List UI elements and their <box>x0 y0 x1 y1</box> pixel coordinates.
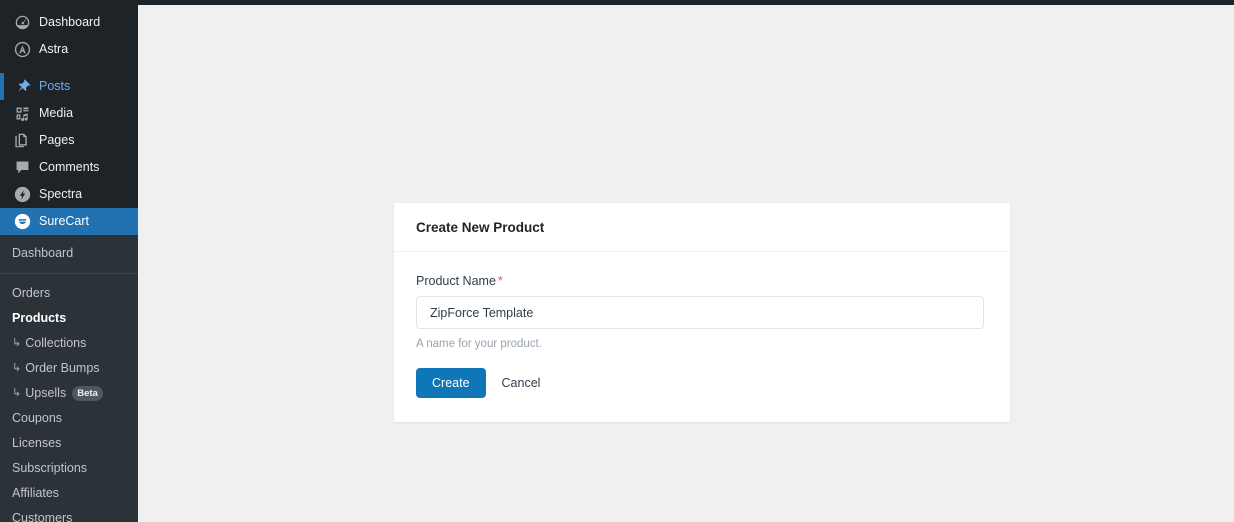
submenu-item-affiliates[interactable]: Affiliates <box>0 481 138 506</box>
submenu-corner-arrow-icon: ↳ <box>12 387 22 399</box>
submenu-item-label: Dashboard <box>12 246 74 260</box>
submenu-item-label: Upsells <box>25 386 67 400</box>
submenu-item-coupons[interactable]: Coupons <box>0 406 138 431</box>
menu-spacer <box>0 63 138 73</box>
submenu-item-label: Subscriptions <box>12 461 88 475</box>
wp-admin-bar <box>0 0 1234 5</box>
sidebar-item-surecart[interactable]: SureCart <box>0 208 138 235</box>
product-name-help-text: A name for your product. <box>416 338 542 350</box>
beta-badge: Beta <box>72 386 103 401</box>
admin-content-area: Create New Product Product Name* A name … <box>138 5 1234 522</box>
card-header: Create New Product <box>394 203 1010 252</box>
cancel-button[interactable]: Cancel <box>502 376 541 390</box>
sidebar-item-label: Posts <box>39 79 71 93</box>
submenu-item-label: Products <box>12 311 67 325</box>
sidebar-item-label: Media <box>39 106 74 120</box>
sidebar-item-pages[interactable]: Pages <box>0 127 138 154</box>
submenu-item-dashboard[interactable]: Dashboard <box>0 241 138 266</box>
surecart-logo-icon <box>12 212 32 232</box>
pages-icon <box>12 131 32 151</box>
surecart-submenu: Dashboard Orders Products ↳ Collections … <box>0 235 138 522</box>
sidebar-item-label: Comments <box>39 160 100 174</box>
submenu-item-label: Licenses <box>12 436 62 450</box>
product-name-label-text: Product Name <box>416 274 496 288</box>
submenu-item-label: Affiliates <box>12 486 60 500</box>
submenu-item-products[interactable]: Products <box>0 306 138 331</box>
sidebar-item-dashboard[interactable]: Dashboard <box>0 9 138 36</box>
create-product-card: Create New Product Product Name* A name … <box>394 203 1010 422</box>
submenu-item-subscriptions[interactable]: Subscriptions <box>0 456 138 481</box>
submenu-corner-arrow-icon: ↳ <box>12 337 22 349</box>
submenu-item-label: Orders <box>12 286 51 300</box>
sidebar-item-spectra[interactable]: Spectra <box>0 181 138 208</box>
submenu-item-collections[interactable]: ↳ Collections <box>0 331 138 356</box>
sidebar-item-astra[interactable]: Astra <box>0 36 138 63</box>
page-title: Create New Product <box>416 220 545 235</box>
create-button[interactable]: Create <box>416 368 486 398</box>
submenu-item-order-bumps[interactable]: ↳ Order Bumps <box>0 356 138 381</box>
sidebar-item-label: Pages <box>39 133 75 147</box>
submenu-item-licenses[interactable]: Licenses <box>0 431 138 456</box>
spectra-bolt-icon <box>12 185 32 205</box>
required-asterisk: * <box>497 274 503 288</box>
dashboard-gauge-icon <box>12 13 32 33</box>
admin-menu-top: Dashboard Astra Posts Media Pages Commen… <box>0 0 138 235</box>
submenu-item-upsells[interactable]: ↳ Upsells Beta <box>0 381 138 406</box>
submenu-item-label: Collections <box>25 336 87 350</box>
astra-logo-icon <box>12 40 32 60</box>
card-body: Product Name* A name for your product. C… <box>394 252 1010 422</box>
sidebar-item-posts[interactable]: Posts <box>0 73 138 100</box>
form-actions: Create Cancel <box>416 368 988 398</box>
sidebar-item-label: Astra <box>39 42 69 56</box>
sidebar-item-label: Spectra <box>39 187 83 201</box>
sidebar-item-media[interactable]: Media <box>0 100 138 127</box>
submenu-corner-arrow-icon: ↳ <box>12 362 22 374</box>
product-name-input[interactable] <box>416 296 984 329</box>
submenu-item-orders[interactable]: Orders <box>0 281 138 306</box>
submenu-item-customers[interactable]: Customers <box>0 506 138 522</box>
admin-sidebar: Dashboard Astra Posts Media Pages Commen… <box>0 0 138 522</box>
media-music-icon <box>12 104 32 124</box>
sidebar-item-label: SureCart <box>39 214 90 228</box>
submenu-divider <box>0 273 138 274</box>
sidebar-item-comments[interactable]: Comments <box>0 154 138 181</box>
product-name-label: Product Name * <box>416 274 988 288</box>
submenu-item-label: Customers <box>12 511 73 522</box>
pin-icon <box>12 77 32 97</box>
sidebar-item-label: Dashboard <box>39 15 101 29</box>
wordpress-admin-screen: Dashboard Astra Posts Media Pages Commen… <box>0 0 1234 522</box>
submenu-item-label: Order Bumps <box>25 361 100 375</box>
submenu-item-label: Coupons <box>12 411 63 425</box>
comment-bubble-icon <box>12 158 32 178</box>
